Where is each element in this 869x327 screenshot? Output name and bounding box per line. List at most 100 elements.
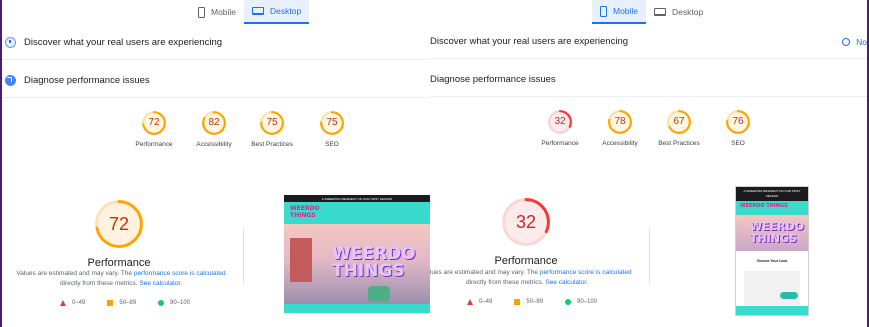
score-ring: 67 [666, 109, 692, 135]
score-gauge-best-practices[interactable]: 67 Best Practices [649, 109, 709, 147]
screenshot-hero-scene: WEERDO THINGS [284, 224, 430, 304]
diagnose-section-header[interactable]: Diagnose performance issues [2, 64, 430, 98]
score-ring: 75 [319, 110, 345, 136]
mobile-page-screenshot: A SWEEPING RESIDENT ON OUR FIRST SEASON … [735, 186, 809, 316]
legend-poor: 0–49 [60, 300, 85, 306]
performance-main-ring: 32 [500, 196, 552, 248]
fail-triangle-icon [467, 299, 473, 305]
performance-main-value: 32 [515, 212, 537, 232]
vertical-divider [649, 228, 650, 284]
discover-section-title: Discover what your real users are experi… [430, 36, 629, 47]
phone-icon [198, 6, 205, 18]
tab-desktop[interactable]: Desktop [244, 0, 310, 24]
legend-poor: 0–49 [467, 299, 492, 305]
score-gauge-seo[interactable]: 76 SEO [708, 109, 768, 147]
desktop-page-screenshot: A SWEEPING RESIDENT ON OUR FIRST SEASON … [284, 195, 430, 313]
screenshot-bottom-strip [736, 306, 808, 315]
score-label: Best Practices [251, 141, 293, 148]
score-label: Accessibility [196, 141, 232, 148]
performance-main-gauge: 72 Performance [84, 198, 154, 269]
score-value: 32 [554, 116, 566, 127]
tab-mobile-label: Mobile [211, 7, 237, 17]
pass-circle-icon [565, 299, 572, 305]
screenshot-hero-word-line2: THINGS [750, 232, 797, 245]
score-label: Performance [541, 140, 579, 147]
performance-main-value: 72 [108, 214, 130, 234]
discover-section-header[interactable]: Discover what your real users are experi… [430, 25, 867, 59]
diagnose-section-title: Diagnose performance issues [430, 74, 556, 85]
phone-icon [600, 5, 607, 17]
score-gauge-best-practices[interactable]: 75 Best Practices [242, 110, 302, 148]
desktop-report-panel: Mobile Desktop Discover what your real u… [2, 0, 430, 327]
metrics-note: Values are estimated and may vary. The p… [430, 268, 632, 288]
screenshot-hero-word: WEERDO THINGS [332, 244, 416, 281]
screenshot-hero-scene: WEERDO THINGS [736, 215, 808, 251]
legend-average: 50–89 [107, 300, 136, 306]
score-ring: 78 [607, 109, 633, 135]
screenshot-bottom-strip [284, 304, 430, 313]
score-gauge-performance[interactable]: 32 Performance [530, 109, 590, 147]
discover-section-header[interactable]: Discover what your real users are experi… [2, 26, 430, 60]
screenshot-nav-bar: WEERDO THINGS [736, 201, 808, 215]
screenshot-logo: WEERDO THINGS [740, 203, 788, 209]
laptop-icon [654, 8, 667, 16]
screenshot-logo-line1: WEERDO [290, 205, 320, 212]
score-value: 78 [614, 116, 626, 127]
screenshot-logo-line2: THINGS [290, 212, 316, 219]
screenshot-logo: WEERDO THINGS [290, 205, 320, 219]
score-ring: 32 [547, 109, 573, 135]
score-gauge-seo[interactable]: 75 SEO [302, 110, 362, 148]
score-ring: 75 [259, 110, 285, 136]
legend-poor-label: 0–49 [479, 299, 493, 305]
score-value: 72 [148, 117, 160, 128]
note-text-middle: directly from these metrics. [465, 279, 546, 286]
performance-main-ring: 72 [93, 198, 145, 250]
average-square-icon [107, 300, 114, 306]
diagnose-icon [5, 75, 16, 86]
score-value: 76 [732, 116, 744, 127]
metrics-note: Values are estimated and may vary. The p… [16, 269, 226, 289]
see-calculator-link[interactable]: See calculator. [545, 279, 588, 286]
note-text-middle: directly from these metrics. [59, 280, 140, 287]
performance-main-title: Performance [87, 257, 151, 269]
tab-desktop[interactable]: Desktop [646, 0, 711, 24]
legend-good-label: 90–100 [170, 300, 191, 306]
score-legend: 0–49 50–89 90–100 [60, 300, 212, 306]
laptop-icon [252, 7, 265, 15]
screenshot-announcement-bar: A SWEEPING RESIDENT ON OUR FIRST SEASON [284, 195, 430, 202]
tab-mobile[interactable]: Mobile [190, 0, 244, 24]
screenshot-nav-bar: WEERDO THINGS [284, 202, 430, 224]
tab-mobile-label: Mobile [613, 6, 639, 16]
note-text-prefix: Values are estimated and may vary. The [16, 270, 134, 277]
legend-good: 90–100 [565, 299, 597, 305]
score-value: 75 [326, 117, 338, 128]
score-gauge-accessibility[interactable]: 82 Accessibility [184, 110, 244, 148]
no-data-notice: No [842, 25, 867, 59]
performance-score-link[interactable]: performance score is calculated [540, 269, 632, 276]
score-gauge-performance[interactable]: 72 Performance [124, 110, 184, 148]
screenshot-banner-text: A SWEEPING RESIDENT ON OUR FIRST SEASON [743, 189, 801, 198]
no-data-label: No [856, 37, 867, 47]
info-icon [842, 38, 851, 46]
screenshot-chat-button [780, 292, 798, 299]
see-calculator-link[interactable]: See calculator. [139, 280, 182, 287]
screenshot-announcement-bar: A SWEEPING RESIDENT ON OUR FIRST SEASON [736, 187, 808, 201]
tab-desktop-label: Desktop [270, 6, 302, 16]
note-text-prefix: Values are estimated and may vary. The [430, 269, 540, 276]
score-label: Accessibility [602, 140, 638, 147]
discover-icon [5, 37, 16, 48]
pass-circle-icon [158, 300, 165, 306]
mobile-report-panel: Mobile Desktop Discover what your real u… [430, 0, 867, 327]
discover-section-title: Discover what your real users are experi… [24, 37, 223, 48]
diagnose-section-header[interactable]: Diagnose performance issues [430, 63, 867, 97]
legend-average-label: 50–89 [526, 299, 544, 305]
score-legend: 0–49 50–89 90–100 [467, 299, 619, 305]
tab-mobile[interactable]: Mobile [592, 0, 647, 24]
score-gauge-accessibility[interactable]: 78 Accessibility [590, 109, 650, 147]
score-ring: 72 [141, 110, 167, 136]
score-value: 75 [266, 117, 278, 128]
diagnose-section-title: Diagnose performance issues [24, 75, 150, 86]
score-value: 82 [208, 117, 220, 128]
performance-score-link[interactable]: performance score is calculated [134, 270, 226, 277]
screenshot-banner-text: A SWEEPING RESIDENT ON OUR FIRST SEASON [321, 196, 393, 201]
